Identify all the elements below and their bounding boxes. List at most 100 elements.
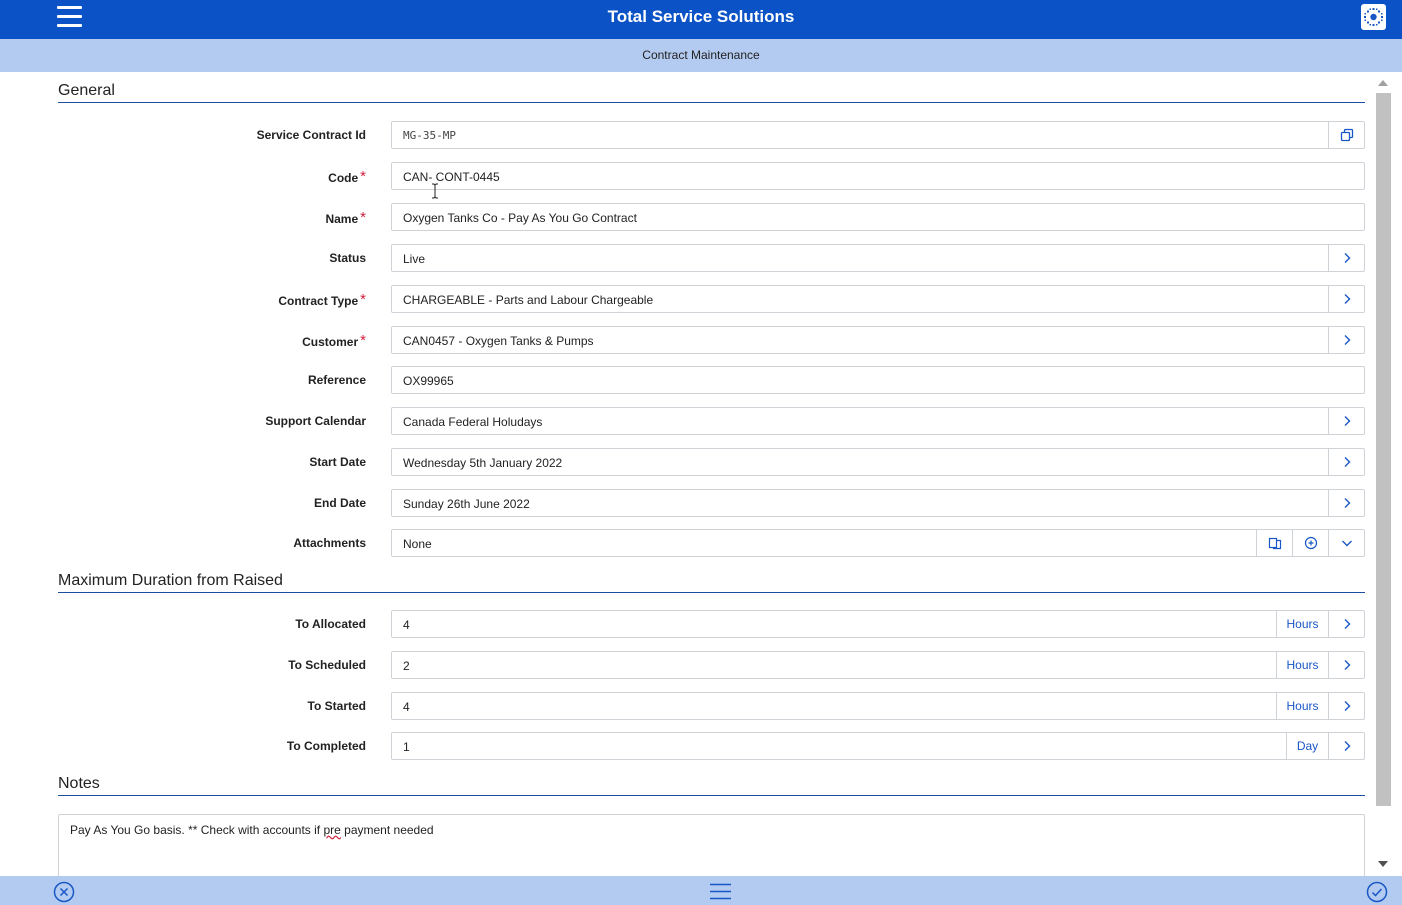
- to-scheduled-input[interactable]: 2 Hours: [391, 651, 1365, 679]
- field-value: None: [403, 537, 432, 551]
- end-date-picker-button[interactable]: [1328, 490, 1364, 516]
- chevron-right-icon: [1344, 619, 1350, 629]
- reference-input[interactable]: OX99965: [391, 366, 1365, 394]
- field-value: Oxygen Tanks Co - Pay As You Go Contract: [403, 211, 637, 225]
- to-allocated-input[interactable]: 4 Hours: [391, 610, 1365, 638]
- attachments-add-button[interactable]: [1292, 530, 1328, 556]
- field-value: Sunday 26th June 2022: [403, 497, 530, 511]
- to-scheduled-select-button[interactable]: [1328, 652, 1364, 678]
- start-date-picker-button[interactable]: [1328, 449, 1364, 475]
- field-label: Service Contract Id: [256, 128, 366, 142]
- misspelled-word: pre: [323, 823, 341, 837]
- chevron-right-icon: [1344, 335, 1350, 345]
- scrollbar-thumb[interactable]: [1376, 93, 1391, 806]
- field-label: To Started: [307, 699, 366, 713]
- field-label: Name *: [325, 209, 366, 226]
- field-row-to-started: To Started 4 Hours: [0, 692, 1374, 720]
- field-label: To Scheduled: [288, 658, 366, 672]
- required-marker: *: [360, 168, 366, 185]
- confirm-icon[interactable]: [1366, 881, 1388, 903]
- chevron-right-icon: [1344, 498, 1350, 508]
- notes-text-end: payment needed: [340, 823, 434, 837]
- attachments-view-button[interactable]: [1256, 530, 1292, 556]
- field-label: Support Calendar: [265, 414, 366, 428]
- field-label: Attachments: [293, 536, 366, 550]
- service-contract-id-field[interactable]: MG-35-MP: [391, 121, 1365, 149]
- field-value: CAN0457 - Oxygen Tanks & Pumps: [403, 334, 594, 348]
- menu-list-icon[interactable]: [710, 883, 731, 900]
- top-bar: Total Service Solutions: [0, 0, 1402, 39]
- unit-selector[interactable]: Hours: [1276, 611, 1328, 637]
- status-select-button[interactable]: [1328, 245, 1364, 271]
- chevron-right-icon: [1344, 294, 1350, 304]
- field-value: Live: [403, 252, 426, 266]
- field-row-to-completed: To Completed 1 Day: [0, 732, 1374, 760]
- field-row-attachments: Attachments None: [0, 529, 1374, 557]
- customer-field[interactable]: CAN0457 - Oxygen Tanks & Pumps: [391, 326, 1365, 354]
- field-row-contract-type: Contract Type * CHARGEABLE - Parts and La…: [0, 285, 1374, 313]
- field-value: 1: [403, 740, 410, 754]
- field-label: Contract Type *: [278, 291, 366, 308]
- to-started-input[interactable]: 4 Hours: [391, 692, 1365, 720]
- field-value: 4: [403, 700, 410, 714]
- status-field[interactable]: Live: [391, 244, 1365, 272]
- to-completed-input[interactable]: 1 Day: [391, 732, 1365, 760]
- to-completed-select-button[interactable]: [1328, 733, 1364, 759]
- copy-button[interactable]: [1328, 122, 1364, 148]
- section-max-duration-header: Maximum Duration from Raised: [58, 562, 1365, 593]
- field-row-start-date: Start Date Wednesday 5th January 2022: [0, 448, 1374, 476]
- field-row-customer: Customer * CAN0457 - Oxygen Tanks & Pumps: [0, 326, 1374, 354]
- page-title: Contract Maintenance: [0, 39, 1402, 72]
- scroll-up-arrow-icon[interactable]: [1378, 80, 1388, 86]
- field-row-to-scheduled: To Scheduled 2 Hours: [0, 651, 1374, 679]
- bottom-toolbar: [0, 876, 1402, 905]
- unit-selector[interactable]: Hours: [1276, 652, 1328, 678]
- field-value: CHARGEABLE - Parts and Labour Chargeable: [403, 293, 654, 307]
- support-calendar-select-button[interactable]: [1328, 408, 1364, 434]
- field-value: Wednesday 5th January 2022: [403, 456, 563, 470]
- field-label: Start Date: [309, 455, 366, 469]
- field-label: To Completed: [286, 739, 366, 753]
- scroll-down-arrow-icon[interactable]: [1378, 861, 1388, 867]
- field-row-code: Code * CAN- CONT-0445: [0, 162, 1374, 190]
- field-row-service-contract-id: Service Contract Id MG-35-MP: [0, 121, 1374, 149]
- contract-type-field[interactable]: CHARGEABLE - Parts and Labour Chargeable: [391, 285, 1365, 313]
- support-calendar-field[interactable]: Canada Federal Holudays: [391, 407, 1365, 435]
- unit-selector[interactable]: Hours: [1276, 693, 1328, 719]
- to-started-select-button[interactable]: [1328, 693, 1364, 719]
- section-general-header: General: [58, 72, 1365, 103]
- field-label: Customer *: [302, 332, 366, 349]
- contract-type-select-button[interactable]: [1328, 286, 1364, 312]
- end-date-field[interactable]: Sunday 26th June 2022: [391, 489, 1365, 517]
- field-value: 2: [403, 659, 410, 673]
- attachments-field[interactable]: None: [391, 529, 1365, 557]
- documents-icon: [1268, 537, 1281, 550]
- app-logo-icon[interactable]: [1361, 4, 1386, 30]
- customer-select-button[interactable]: [1328, 327, 1364, 353]
- field-row-support-calendar: Support Calendar Canada Federal Holudays: [0, 407, 1374, 435]
- field-label: To Allocated: [295, 617, 366, 631]
- code-input[interactable]: CAN- CONT-0445: [391, 162, 1365, 190]
- attachments-expand-button[interactable]: [1328, 530, 1364, 556]
- to-allocated-select-button[interactable]: [1328, 611, 1364, 637]
- chevron-down-icon: [1341, 540, 1352, 547]
- field-row-to-allocated: To Allocated 4 Hours: [0, 610, 1374, 638]
- notes-textarea[interactable]: Pay As You Go basis. ** Check with accou…: [58, 814, 1365, 876]
- field-label: Reference: [307, 373, 366, 387]
- field-row-status: Status Live: [0, 244, 1374, 272]
- cancel-icon[interactable]: [53, 881, 75, 903]
- name-input[interactable]: Oxygen Tanks Co - Pay As You Go Contract: [391, 203, 1365, 231]
- app-title: Total Service Solutions: [607, 7, 795, 26]
- required-marker: *: [360, 332, 366, 349]
- notes-text: Pay As You Go basis. ** Check with accou…: [70, 823, 324, 837]
- field-value: MG-35-MP: [403, 129, 456, 142]
- chevron-right-icon: [1344, 253, 1350, 263]
- section-notes-header: Notes: [58, 765, 1365, 796]
- field-label: End Date: [313, 496, 366, 510]
- required-marker: *: [360, 209, 366, 226]
- field-row-reference: Reference OX99965: [0, 366, 1374, 394]
- text-cursor-icon: [432, 183, 438, 199]
- form-content: General Service Contract Id MG-35-MP Cod…: [0, 72, 1374, 876]
- unit-selector[interactable]: Day: [1286, 733, 1328, 759]
- start-date-field[interactable]: Wednesday 5th January 2022: [391, 448, 1365, 476]
